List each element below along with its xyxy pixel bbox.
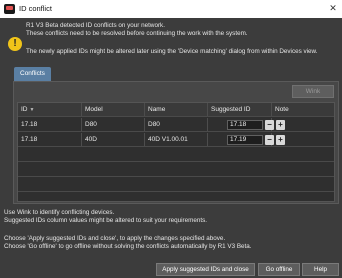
table-header: ID ▼ Model Name Suggested ID Note [18, 103, 334, 117]
message-line-2: These conflicts need to be resolved befo… [26, 30, 248, 37]
footer-line-4: Choose 'Go offline' to go offline withou… [4, 243, 252, 250]
suggested-id-input[interactable]: 17.19 [227, 135, 263, 145]
sort-down-icon: ▼ [29, 107, 35, 113]
app-icon [4, 4, 15, 14]
window-title: ID conflict [19, 4, 52, 13]
warning-icon: ! [8, 37, 22, 51]
apply-suggested-ids-button[interactable]: Apply suggested IDs and close [156, 263, 255, 276]
cell-id: 17.18 [18, 118, 82, 131]
footer-line-2: Suggested IDs column values might be alt… [4, 217, 208, 224]
id-conflict-dialog: ID conflict ✕ ! R1 V3 Beta detected ID c… [0, 0, 342, 278]
help-button[interactable]: Help [302, 263, 339, 276]
empty-row [18, 163, 334, 177]
cell-name: D80 [145, 118, 208, 131]
empty-row [18, 178, 334, 192]
tab-conflicts[interactable]: Conflicts [14, 67, 51, 81]
tab-bar: Conflicts [14, 67, 51, 81]
table-row[interactable]: 17.18 40D 40D V1.00.01 17.19 − + [18, 133, 334, 147]
increment-button[interactable]: + [276, 120, 285, 130]
cell-name: 40D V1.00.01 [145, 133, 208, 146]
message-line-3: The newly applied IDs might be altered l… [26, 48, 318, 55]
conflicts-table: ID ▼ Model Name Suggested ID Note 17.18 D… [17, 102, 335, 202]
column-header-note[interactable]: Note [272, 103, 334, 116]
column-header-model[interactable]: Model [82, 103, 145, 116]
decrement-button[interactable]: − [265, 135, 274, 145]
message-line-1: R1 V3 Beta detected ID conflicts on your… [26, 22, 165, 29]
suggested-id-input[interactable]: 17.18 [227, 120, 263, 130]
footer-line-1: Use Wink to identify conflicting devices… [4, 209, 115, 216]
go-offline-button[interactable]: Go offline [258, 263, 300, 276]
cell-model: 40D [82, 133, 145, 146]
title-bar: ID conflict ✕ [0, 0, 342, 18]
column-header-id[interactable]: ID ▼ [18, 103, 82, 116]
cell-model: D80 [82, 118, 145, 131]
column-header-name[interactable]: Name [145, 103, 208, 116]
empty-row [18, 148, 334, 162]
cell-id: 17.18 [18, 133, 82, 146]
close-button[interactable]: ✕ [327, 2, 339, 15]
increment-button[interactable]: + [276, 135, 285, 145]
decrement-button[interactable]: − [265, 120, 274, 130]
column-header-suggested-id[interactable]: Suggested ID [208, 103, 272, 116]
footer-line-3: Choose 'Apply suggested IDs and close', … [4, 235, 226, 242]
table-row[interactable]: 17.18 D80 D80 17.18 − + [18, 118, 334, 132]
conflicts-panel: Wink ID ▼ Model Name Suggested ID Note 17… [13, 81, 339, 204]
wink-button[interactable]: Wink [292, 85, 334, 98]
column-header-id-label: ID [21, 106, 28, 113]
